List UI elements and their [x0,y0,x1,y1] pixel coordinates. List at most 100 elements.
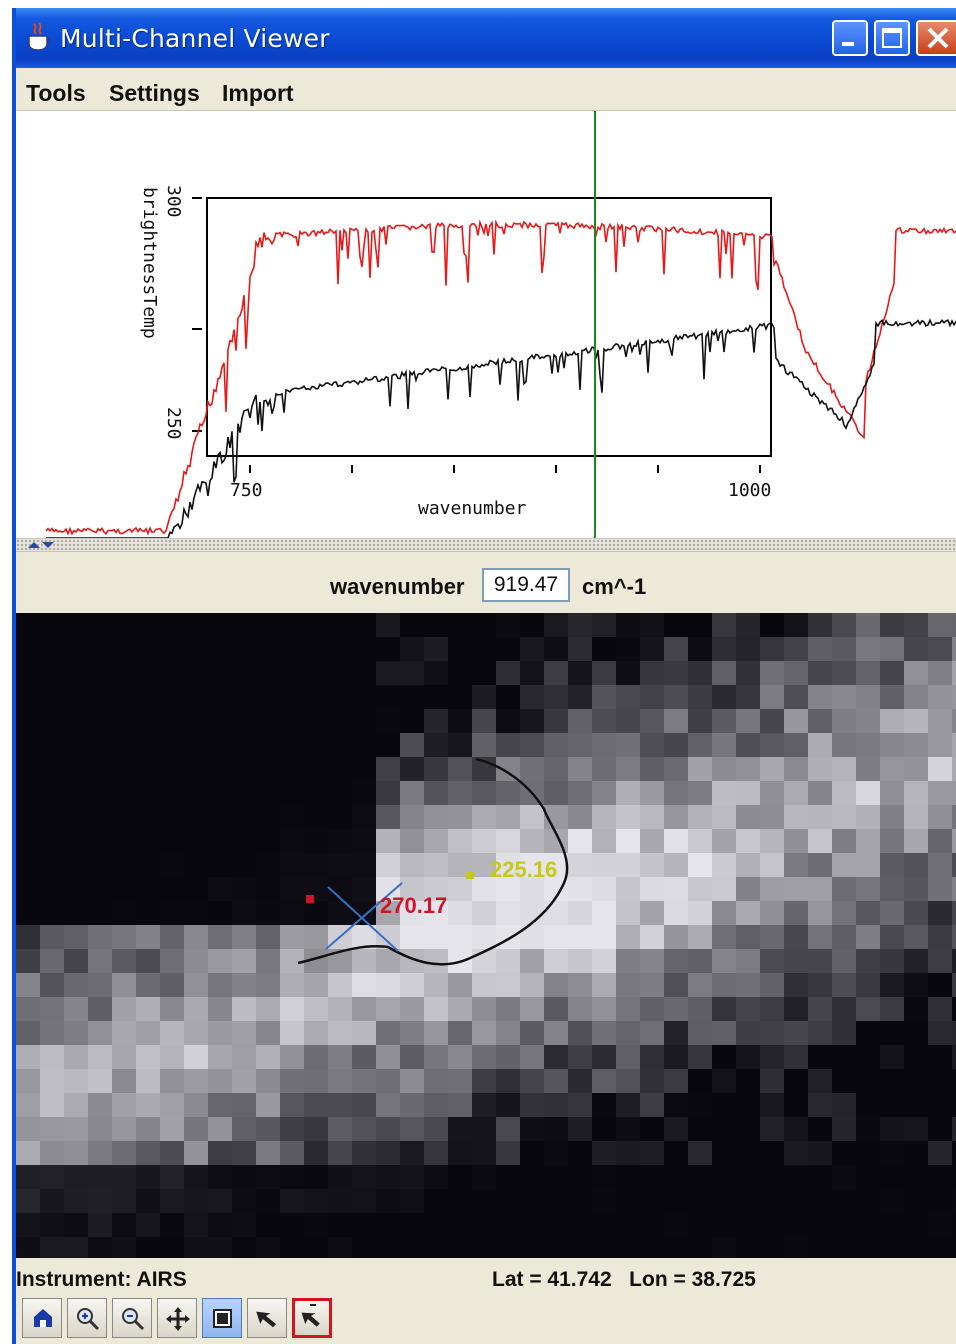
title-bar[interactable]: Multi-Channel Viewer [16,8,956,68]
zoom-in-tool-button[interactable] [67,1298,107,1338]
map-pixel [64,709,88,733]
map-pixel [136,637,160,661]
map-pixel [760,757,784,781]
map-pixel [40,997,64,1021]
map-pixel [424,925,448,949]
map-pixel [712,637,736,661]
map-pixel [832,613,856,637]
spectrum-plot[interactable]: 300 250 brightnessTemp 750 1000 wavenumb… [16,111,956,539]
map-pixel [592,901,616,925]
menu-tools[interactable]: Tools [26,80,86,107]
map-pixel [568,781,592,805]
map-pixel [88,757,112,781]
map-pixel [640,1045,664,1069]
map-pixel [832,1093,856,1117]
map-pixel [328,829,352,853]
minimize-button[interactable] [832,20,868,56]
reset-tool-button[interactable] [202,1298,242,1338]
map-pixel [64,757,88,781]
map-pixel [544,661,568,685]
map-pixel [808,613,832,637]
home-tool-button[interactable] [22,1298,62,1338]
map-pixel [280,1069,304,1093]
map-pixel [352,877,376,901]
map-pixel [616,853,640,877]
map-pixel [688,1189,712,1213]
map-pixel [592,805,616,829]
map-pixel [184,949,208,973]
zoom-in-icon [77,1308,100,1331]
map-pixel [112,925,136,949]
map-pixel [64,853,88,877]
map-pixel [520,973,544,997]
map-pixel [232,709,256,733]
map-pixel [688,1069,712,1093]
map-pixel [760,613,784,637]
pan-tool-button[interactable] [157,1298,197,1338]
map-pixel [952,949,956,973]
map-pixel [688,613,712,637]
map-pixel [112,901,136,925]
map-pixel [640,1093,664,1117]
menu-settings[interactable]: Settings [109,80,200,107]
map-pixel [280,877,304,901]
map-pixel [448,613,472,637]
map-pixel [688,685,712,709]
map-pixel [280,853,304,877]
map-pixel [16,829,40,853]
map-pixel [952,733,956,757]
map-pixel [136,1069,160,1093]
map-pixel [592,1117,616,1141]
maximize-button[interactable] [874,20,910,56]
map-pixel [952,1189,956,1213]
map-pixel [880,997,904,1021]
map-pixel [280,997,304,1021]
map-pixel [184,925,208,949]
map-pixel [376,709,400,733]
map-pixel [544,1189,568,1213]
close-button[interactable] [916,20,956,56]
map-pixel [16,709,40,733]
map-pixel [784,805,808,829]
map-pixel [520,1045,544,1069]
map-pixel [880,1141,904,1165]
map-pixel [352,637,376,661]
map-pixel [184,613,208,637]
map-pixel [88,709,112,733]
probe-tool-button[interactable] [292,1298,332,1338]
split-arrows-icon[interactable] [26,538,56,552]
zoom-out-tool-button[interactable] [112,1298,152,1338]
map-pixel [352,1237,376,1258]
map-pixel [520,661,544,685]
x-tick-label-1000: 1000 [728,480,771,501]
brightness-map[interactable]: 270.17 225.16 [16,613,956,1258]
map-pixel [16,661,40,685]
map-pixel [904,1021,928,1045]
map-pixel [736,613,760,637]
map-pixel [424,1045,448,1069]
menu-import[interactable]: Import [222,80,294,107]
minimize-icon [842,42,854,46]
map-pixel [880,1213,904,1237]
map-pixel [808,685,832,709]
map-pixel [136,925,160,949]
map-pixel [232,1093,256,1117]
map-pixel [16,901,40,925]
map-pixel [184,853,208,877]
map-pixel [256,805,280,829]
map-pixel [664,685,688,709]
select-tool-button[interactable] [247,1298,287,1338]
yellow-probe-marker[interactable] [466,871,474,879]
map-pixel [40,925,64,949]
map-pixel [448,901,472,925]
map-pixel [16,853,40,877]
red-probe-marker[interactable] [306,895,314,903]
split-pane-divider[interactable] [16,538,956,552]
map-pixel [736,685,760,709]
map-pixel [376,1213,400,1237]
map-pixel [688,1141,712,1165]
map-pixel [568,1141,592,1165]
map-pixel [448,877,472,901]
map-pixel [256,877,280,901]
wavenumber-input[interactable]: 919.47 [482,568,570,602]
